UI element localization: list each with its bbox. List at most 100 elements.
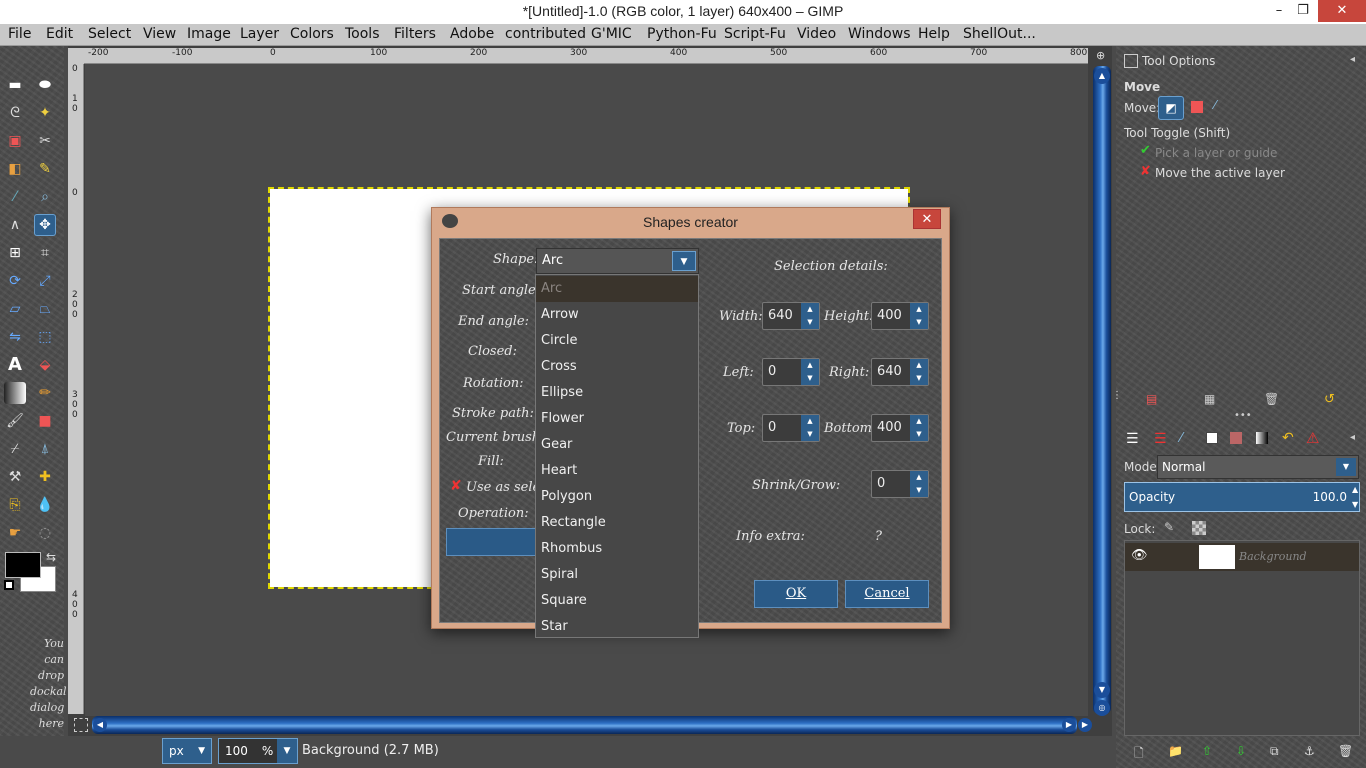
raise-layer-icon[interactable]: ⇧ [1202, 744, 1212, 758]
zoom-select[interactable]: 100% ▼ [218, 738, 298, 764]
paths-icon[interactable]: ✎ [34, 158, 56, 180]
shrink-grow-spinbox[interactable]: 0 ▲ ▼ [871, 470, 929, 498]
panel-menu-icon[interactable]: ◂ [1350, 432, 1355, 443]
lock-pixels-icon[interactable]: ✎ [1164, 520, 1174, 534]
shear-icon[interactable]: ▱ [4, 298, 26, 320]
clone-icon[interactable]: ⚒ [4, 466, 26, 488]
reset-options-icon[interactable]: ↺ [1324, 392, 1335, 407]
shape-option-spiral[interactable]: Spiral [536, 562, 698, 588]
swap-colors-icon[interactable]: ⇆ [46, 550, 56, 564]
scale-icon[interactable]: ⤢ [34, 270, 56, 292]
shape-option-star[interactable]: Star [536, 614, 698, 640]
anchor-layer-icon[interactable]: ⚓ [1304, 744, 1315, 758]
scroll-end-icon[interactable]: ▶ [1078, 718, 1092, 732]
free-select-icon[interactable]: ᘓ [4, 102, 26, 124]
undo-history-tab-icon[interactable]: ↶ [1282, 430, 1294, 446]
pencil-icon[interactable]: ✏ [34, 382, 56, 404]
menu-python-fu[interactable]: Python-Fu [647, 26, 717, 42]
opacity-stepper-icon[interactable]: ▲ ▼ [1352, 482, 1358, 512]
delete-layer-icon[interactable]: 🗑 [1338, 744, 1353, 758]
ink-icon[interactable]: ⍋ [34, 438, 56, 460]
default-colors-icon[interactable] [4, 580, 14, 590]
perspective-clone-icon[interactable]: ⎘ [4, 494, 26, 516]
shape-option-rhombus[interactable]: Rhombus [536, 536, 698, 562]
menu-select[interactable]: Select [88, 26, 131, 42]
menu-edit[interactable]: Edit [46, 26, 73, 42]
layers-tab-icon[interactable]: ☰ [1126, 431, 1139, 447]
colormap-tab-icon[interactable] [1206, 432, 1218, 444]
lock-alpha-icon[interactable] [1192, 521, 1206, 535]
move-selection-icon[interactable] [1191, 101, 1203, 113]
dodge-icon[interactable]: ◌ [34, 522, 56, 544]
dock-splitter[interactable]: ⋮ [1112, 391, 1122, 418]
airbrush-icon[interactable]: ⌿ [4, 438, 26, 460]
paths-tab-icon[interactable]: ⁄ [1180, 431, 1182, 446]
menu-help[interactable]: Help [918, 26, 950, 42]
top-spinbox[interactable]: 0 ▲ ▼ [762, 414, 820, 442]
shape-option-circle[interactable]: Circle [536, 328, 698, 354]
perspective-icon[interactable]: ⏢ [34, 298, 56, 320]
apply-button-partial[interactable] [446, 528, 538, 556]
menu-view[interactable]: View [143, 26, 176, 42]
blend-icon[interactable] [4, 382, 26, 404]
gradient-tab-icon[interactable] [1256, 432, 1268, 444]
scroll-right-icon[interactable]: ▶ [1062, 718, 1076, 732]
duplicate-layer-icon[interactable]: ⧉ [1270, 744, 1279, 759]
shape-option-gear[interactable]: Gear [536, 432, 698, 458]
quick-mask-icon[interactable] [74, 718, 88, 732]
unit-select[interactable]: px ▼ [162, 738, 212, 764]
blur-icon[interactable]: 💧 [34, 494, 56, 516]
bottom-spinbox[interactable]: 400 ▲ ▼ [871, 414, 929, 442]
ruler-horizontal[interactable]: -200 -100 0 100 200 300 400 500 600 700 … [84, 48, 1088, 64]
chevron-down-icon[interactable]: ▼ [672, 251, 696, 271]
menu-layer[interactable]: Layer [240, 26, 279, 42]
paintbrush-icon[interactable]: 🖌 [4, 410, 26, 432]
crop-icon[interactable]: ⌗ [34, 242, 56, 264]
shape-option-square[interactable]: Square [536, 588, 698, 614]
close-window-button[interactable]: ✕ [1318, 0, 1366, 22]
shape-option-polygon[interactable]: Polygon [536, 484, 698, 510]
menu-colors[interactable]: Colors [290, 26, 334, 42]
scroll-up-icon[interactable]: ▲ [1094, 68, 1110, 84]
shape-option-rectangle[interactable]: Rectangle [536, 510, 698, 536]
shape-option-heart[interactable]: Heart [536, 458, 698, 484]
shape-option-arc[interactable]: Arc [536, 276, 698, 302]
dialog-close-button[interactable]: ✕ [913, 209, 941, 229]
menu-shellout[interactable]: ShellOut... [963, 26, 1036, 42]
spin-arrows-icon[interactable]: ▲ ▼ [910, 303, 928, 329]
opacity-slider[interactable]: Opacity 100.0 [1124, 482, 1360, 512]
layer-mode-select[interactable]: Normal ▼ [1157, 455, 1359, 479]
scroll-down-icon[interactable]: ▼ [1094, 682, 1110, 698]
spin-arrows-icon[interactable]: ▲ ▼ [910, 415, 928, 441]
rotate-icon[interactable]: ⟳ [4, 270, 26, 292]
menu-video[interactable]: Video [797, 26, 836, 42]
eraser-icon[interactable]: ■ [34, 410, 56, 432]
option-move-active-layer[interactable]: Move the active layer [1155, 166, 1285, 180]
align-icon[interactable]: ⊞ [4, 242, 26, 264]
cage-icon[interactable]: ⬚ [34, 326, 56, 348]
bucket-fill-icon[interactable]: ⬙ [34, 354, 56, 376]
spin-arrows-icon[interactable]: ▲ ▼ [801, 415, 819, 441]
histogram-tab-icon[interactable] [1230, 432, 1242, 444]
color-select-icon[interactable]: ▣ [4, 130, 26, 152]
new-layer-group-icon[interactable]: 📁 [1168, 744, 1183, 758]
spin-arrows-icon[interactable]: ▲ ▼ [801, 303, 819, 329]
menu-windows[interactable]: Windows [848, 26, 911, 42]
channels-tab-icon[interactable]: ☰ [1154, 431, 1167, 447]
zoom-icon[interactable]: ⌕ [34, 186, 56, 208]
fuzzy-select-icon[interactable]: ✦ [34, 102, 56, 124]
lower-layer-icon[interactable]: ⇩ [1236, 744, 1246, 758]
shape-option-arrow[interactable]: Arrow [536, 302, 698, 328]
menu-image[interactable]: Image [187, 26, 231, 42]
save-options-icon[interactable]: ▤ [1146, 392, 1157, 406]
use-as-selection-label[interactable]: Use as sele [466, 480, 540, 495]
dialog-titlebar[interactable]: Shapes creator ✕ [432, 208, 949, 238]
move-path-icon[interactable]: ⁄ [1214, 98, 1216, 112]
flip-icon[interactable]: ⇋ [4, 326, 26, 348]
menu-adobe[interactable]: Adobe [450, 26, 494, 42]
navigate-icon[interactable]: ⊕ [1096, 49, 1105, 62]
move-icon[interactable]: ✥ [34, 214, 56, 236]
spin-arrows-icon[interactable]: ▲ ▼ [801, 359, 819, 385]
new-layer-icon[interactable]: 🗋 [1134, 744, 1144, 765]
scissors-icon[interactable]: ✂ [34, 130, 56, 152]
